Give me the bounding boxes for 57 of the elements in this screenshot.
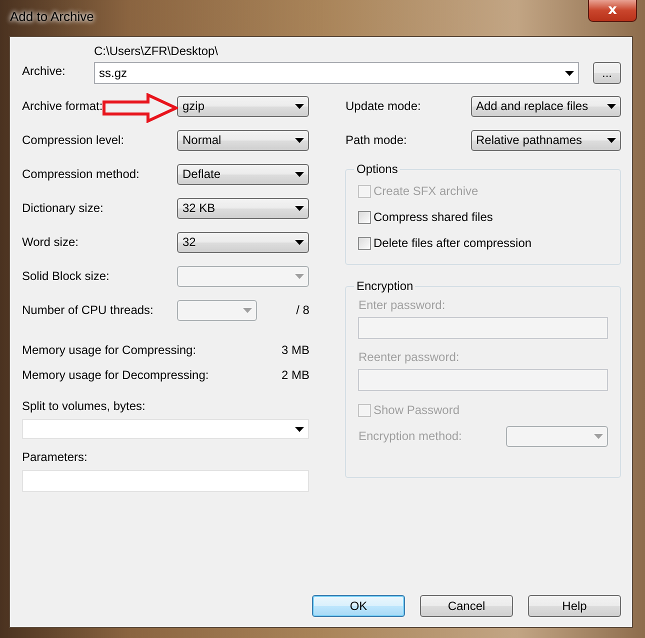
dropdown-arrow-icon bbox=[243, 308, 252, 312]
dropdown-arrow-icon bbox=[295, 206, 304, 210]
field-label: Compression method: bbox=[22, 167, 140, 181]
checkbox[interactable] bbox=[358, 210, 372, 224]
checkbox-label: Compress shared files bbox=[373, 210, 493, 224]
memory-label: Memory usage for Decompressing: bbox=[22, 368, 209, 382]
field-label: Split to volumes, bytes: bbox=[22, 399, 146, 413]
checkbox-label: Show Password bbox=[373, 403, 460, 417]
dropdown[interactable]: Normal bbox=[177, 130, 310, 150]
field-label: Path mode: bbox=[345, 133, 407, 147]
field-label: Enter password: bbox=[358, 298, 446, 312]
close-button[interactable]: x bbox=[588, 0, 637, 22]
memory-value: 3 MB bbox=[281, 342, 310, 356]
field-label: Word size: bbox=[22, 235, 78, 249]
field-label: Reenter password: bbox=[358, 350, 460, 364]
archive-path-field[interactable]: ss.gz bbox=[94, 62, 579, 84]
dropdown-arrow-icon bbox=[295, 426, 304, 432]
dropdown-arrow-icon bbox=[295, 240, 304, 244]
window-title: Add to Archive bbox=[10, 9, 94, 24]
dialog-button[interactable]: Help bbox=[528, 595, 621, 617]
group-title: Options bbox=[355, 162, 399, 176]
dropdown-arrow-icon bbox=[594, 434, 603, 438]
dropdown[interactable]: 32 KB bbox=[177, 198, 310, 218]
group-title: Encryption bbox=[355, 279, 414, 293]
dropdown-arrow-icon bbox=[295, 104, 304, 108]
field-label: Dictionary size: bbox=[22, 201, 104, 215]
parameters-field[interactable] bbox=[22, 470, 310, 492]
dialog-button[interactable]: OK bbox=[312, 595, 405, 617]
dropdown[interactable]: Relative pathnames bbox=[471, 130, 621, 150]
dropdown-arrow-icon bbox=[295, 138, 304, 142]
field-label: Parameters: bbox=[22, 450, 88, 464]
field-label: Encryption method: bbox=[358, 429, 462, 443]
dropdown[interactable]: Add and replace files bbox=[471, 96, 621, 116]
dropdown-arrow-icon bbox=[607, 138, 616, 142]
dropdown-arrow-icon bbox=[607, 104, 616, 108]
folder-path: C:\Users\ZFR\Desktop\ bbox=[94, 44, 220, 58]
field-label: Archive: bbox=[22, 64, 66, 78]
dropdown-arrow-icon bbox=[295, 172, 304, 176]
field-label: Compression level: bbox=[22, 133, 124, 147]
dropdown[interactable]: Deflate bbox=[177, 164, 310, 184]
memory-label: Memory usage for Compressing: bbox=[22, 342, 196, 356]
dropdown[interactable]: gzip bbox=[177, 96, 310, 116]
field-label: Archive format: bbox=[22, 99, 103, 113]
memory-value: 2 MB bbox=[281, 368, 310, 382]
dropdown-arrow-icon bbox=[565, 70, 574, 76]
checkbox-label: Delete files after compression bbox=[373, 236, 532, 250]
dropdown[interactable]: 32 bbox=[177, 232, 310, 252]
field-label: Update mode: bbox=[345, 99, 421, 113]
split-volume-field[interactable] bbox=[22, 419, 310, 439]
checkbox[interactable] bbox=[358, 236, 372, 250]
thread-count: / 8 bbox=[296, 303, 310, 317]
field-label: Number of CPU threads: bbox=[22, 303, 154, 317]
dropdown-arrow-icon bbox=[295, 274, 304, 278]
dialog-button[interactable]: Cancel bbox=[420, 595, 513, 617]
checkbox-label: Create SFX archive bbox=[373, 184, 478, 198]
field-label: Solid Block size: bbox=[22, 269, 110, 283]
browse-button[interactable]: ... bbox=[593, 62, 621, 84]
